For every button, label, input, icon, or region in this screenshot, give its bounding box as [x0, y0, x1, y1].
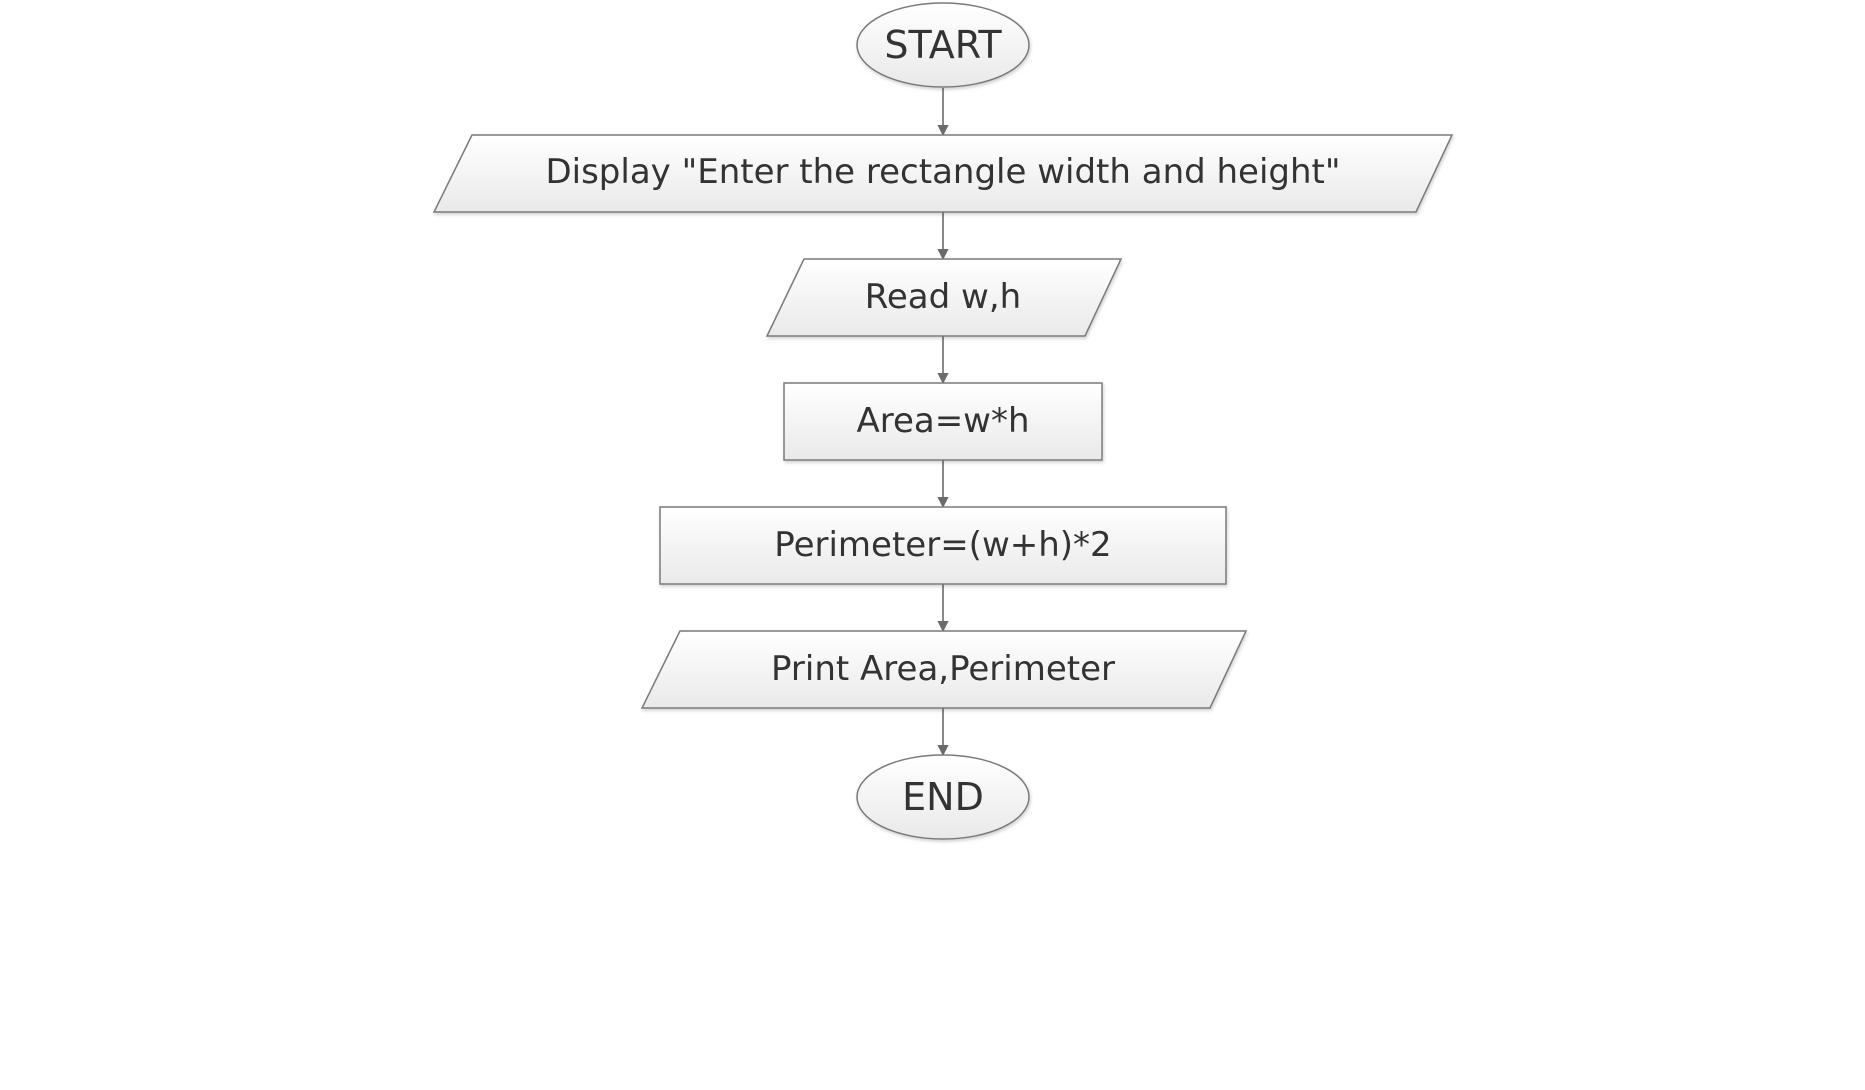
start-label: START: [884, 23, 1002, 67]
flowchart-canvas: START Display "Enter the rectangle width…: [432, 2, 1454, 840]
perimeter-process-label: Perimeter=(w+h)*2: [774, 525, 1111, 565]
end-label: END: [902, 775, 984, 819]
display-prompt-node: Display "Enter the rectangle width and h…: [432, 134, 1454, 213]
area-process-label: Area=w*h: [856, 401, 1029, 441]
print-output-label: Print Area,Perimeter: [771, 649, 1115, 689]
perimeter-process-node: Perimeter=(w+h)*2: [659, 506, 1227, 585]
print-output-node: Print Area,Perimeter: [640, 630, 1248, 709]
read-input-label: Read w,h: [865, 277, 1021, 317]
end-node: END: [856, 754, 1030, 840]
display-prompt-label: Display "Enter the rectangle width and h…: [545, 152, 1340, 192]
area-process-node: Area=w*h: [783, 382, 1103, 461]
read-input-node: Read w,h: [765, 258, 1123, 337]
start-node: START: [856, 2, 1030, 88]
